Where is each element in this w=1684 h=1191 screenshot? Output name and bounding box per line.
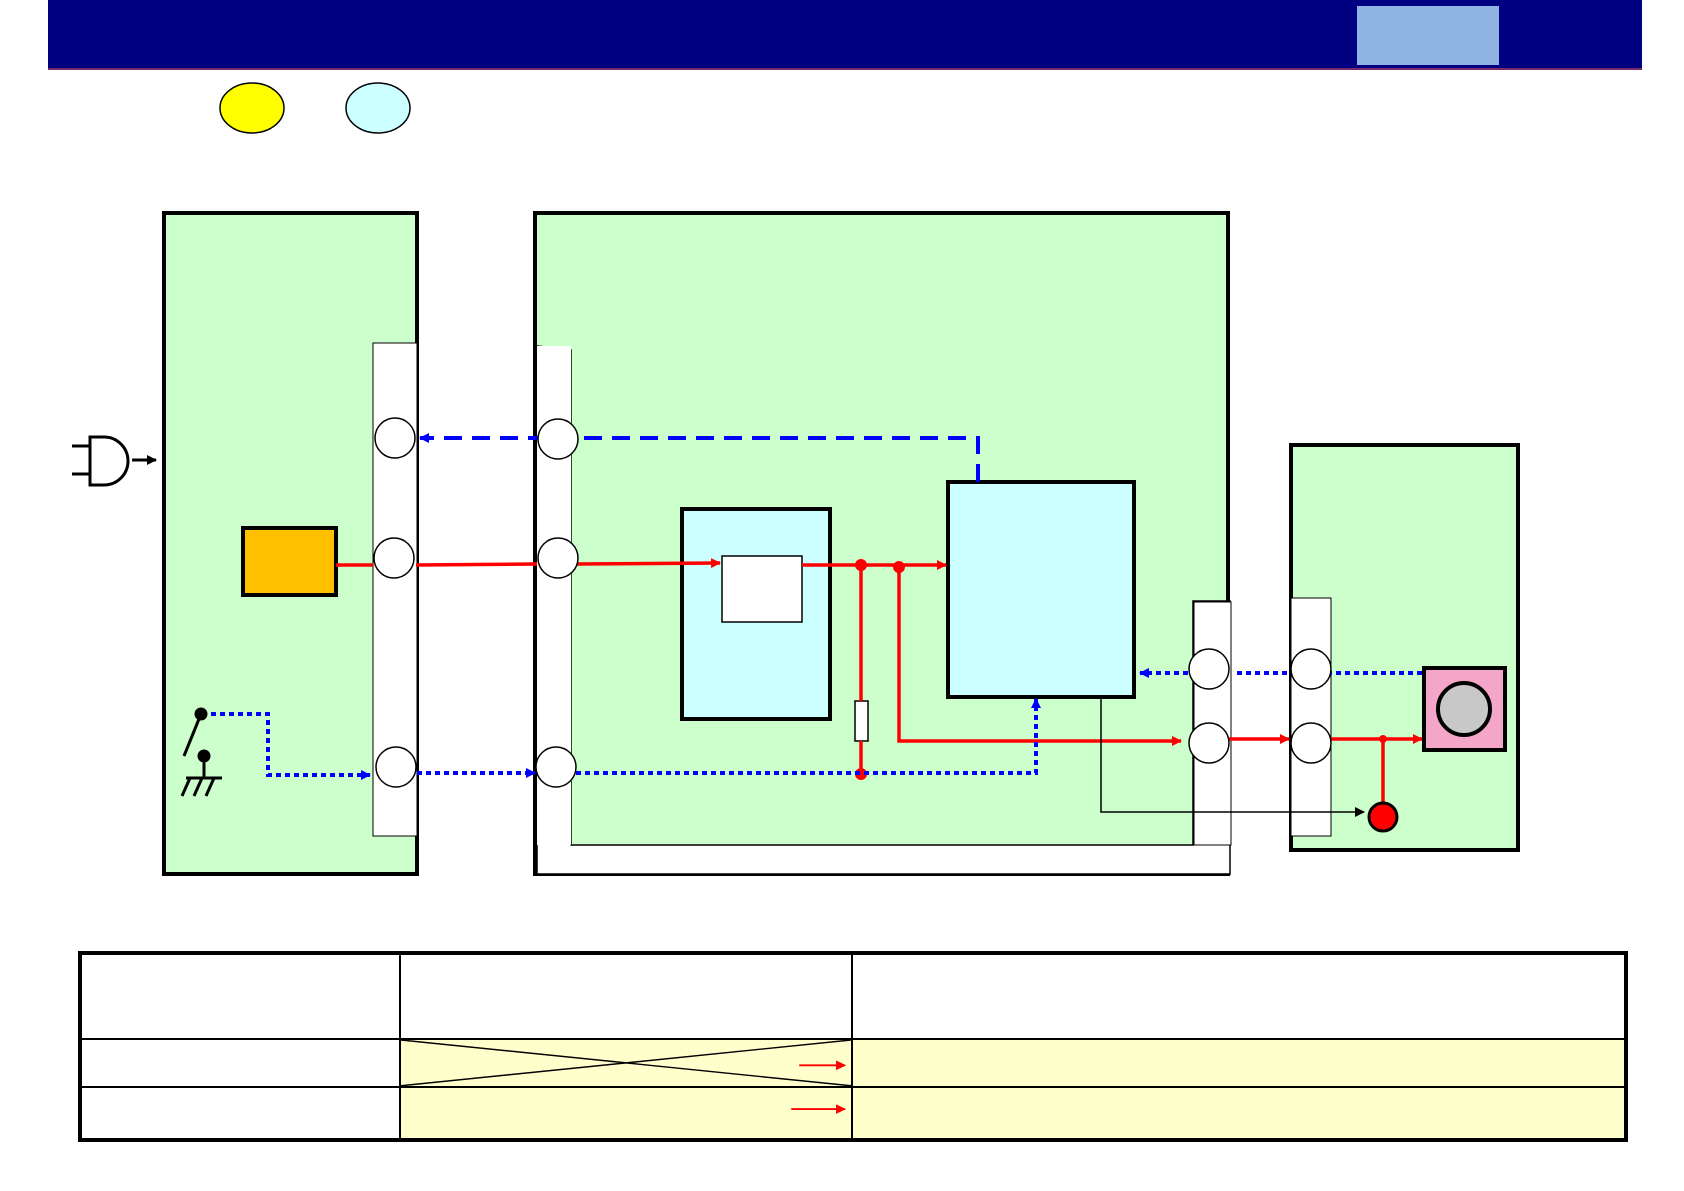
cross-mark: [401, 1040, 851, 1087]
table-header-cell-b: [399, 951, 853, 1041]
resistor: [854, 700, 869, 742]
table-header-cell-a: [79, 951, 401, 1041]
controller-ic-block: [946, 480, 1136, 699]
red-led-icon: [1367, 801, 1399, 833]
table-cell-a: [79, 1038, 401, 1089]
block-diagram: [72, 82, 1520, 876]
battery-block: [241, 526, 338, 597]
ac-plug-icon: [72, 435, 157, 487]
table-cell-c: [851, 1086, 1627, 1141]
red-arrow-icon: [791, 1104, 847, 1115]
legend-cyan-oval: [345, 82, 411, 134]
table-cell-c: [851, 1038, 1627, 1089]
legend-yellow-oval: [219, 82, 285, 134]
right-connector-strip: [1290, 597, 1332, 837]
speaker-icon: [1436, 681, 1492, 737]
table-cell-b: [399, 1086, 853, 1141]
legend-table: [78, 951, 1628, 1142]
table-header-row: [79, 951, 1627, 1041]
table-cell-a: [79, 1086, 401, 1141]
table-row: [79, 1038, 1627, 1089]
table-row: [79, 1086, 1627, 1141]
regulator-inner-box: [721, 555, 803, 623]
table-cell-b-crossed: [399, 1038, 853, 1089]
table-header-cell-c: [851, 951, 1627, 1041]
